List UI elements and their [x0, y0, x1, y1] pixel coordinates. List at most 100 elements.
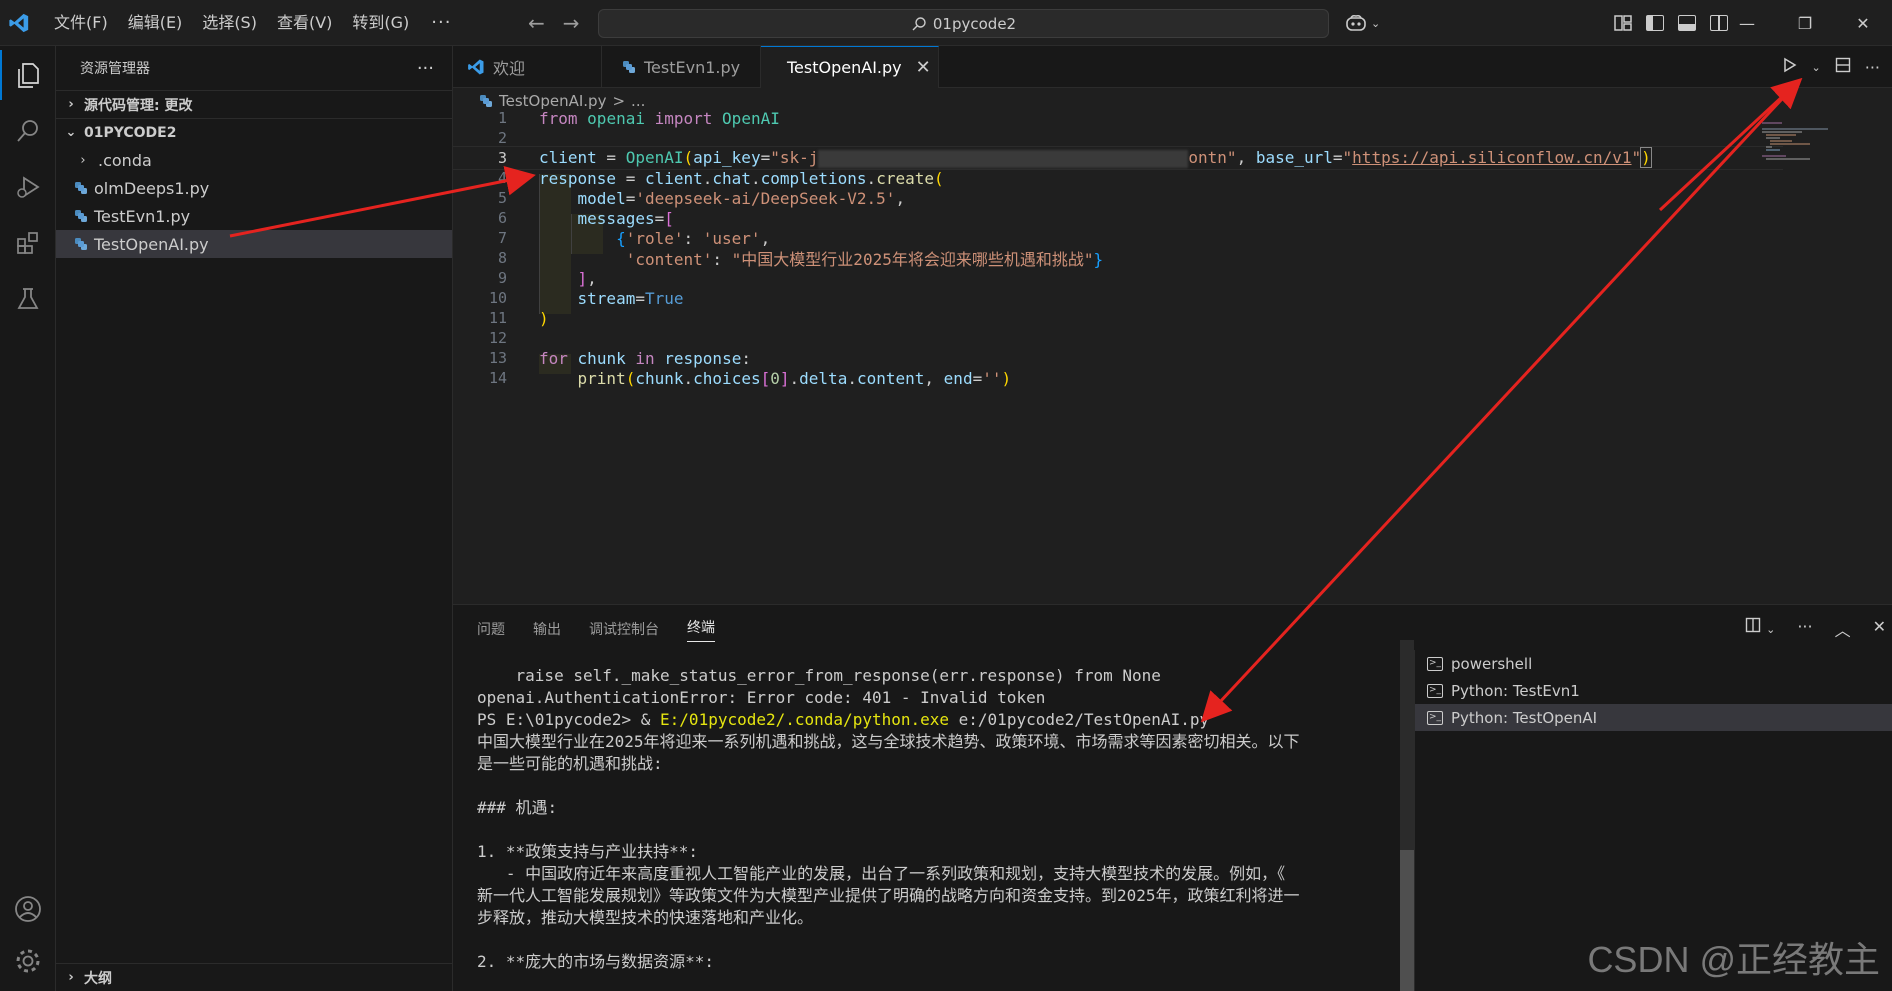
csdn-watermark: CSDN @正经教主 — [1587, 939, 1880, 980]
tab-label: 欢迎 — [493, 59, 526, 78]
minimize-icon[interactable]: — — [1718, 14, 1776, 33]
code-token: "sk-j — [770, 148, 819, 168]
tab-debug-console[interactable]: 调试控制台 — [589, 619, 659, 639]
tree-item-olmdeeps1[interactable]: olmDeeps1.py — [56, 174, 452, 202]
chevron-down-icon: ⌄ — [1371, 16, 1381, 30]
menu-selection[interactable]: 选择(S) — [192, 0, 267, 46]
tab-label: TestOpenAI.py — [787, 58, 902, 77]
run-python-file-button[interactable] — [1782, 57, 1798, 77]
terminal-item-label: powershell — [1451, 654, 1533, 673]
code-token: openai — [587, 108, 645, 128]
tab-testopenai[interactable]: TestOpenAI.py ✕ — [761, 46, 939, 88]
split-editor-icon[interactable] — [1835, 57, 1851, 77]
gear-icon[interactable] — [0, 936, 56, 986]
run-and-debug-icon[interactable] — [0, 162, 56, 212]
back-arrow-icon[interactable]: ← — [528, 11, 545, 35]
forward-arrow-icon[interactable]: → — [563, 11, 580, 35]
tree-item-label: olmDeeps1.py — [94, 178, 210, 198]
line-number: 6 — [497, 209, 507, 227]
title-bar: 文件(F) 编辑(E) 选择(S) 查看(V) 转到(G) ··· ← → 01… — [0, 0, 1892, 46]
play-icon — [1783, 57, 1796, 73]
outline-section-header[interactable]: › 大纲 — [56, 963, 453, 991]
tree-item-testopenai[interactable]: TestOpenAI.py — [56, 230, 452, 258]
command-center-search[interactable]: 01pycode2 — [598, 9, 1329, 38]
scm-section-header[interactable]: › 源代码管理: 更改 — [56, 90, 452, 118]
code-token: for — [539, 348, 568, 368]
line-number: 14 — [488, 369, 507, 387]
url-link[interactable]: https://api.siliconflow.cn/v1 — [1352, 148, 1631, 167]
terminal-icon: >_ — [1427, 683, 1443, 698]
customize-layout-icon[interactable] — [1614, 15, 1632, 31]
split-terminal-icon[interactable]: ⌄ — [1745, 617, 1775, 641]
outline-label: 大纲 — [84, 970, 112, 987]
code-token: , — [760, 228, 771, 248]
code-editor[interactable]: 1 from openai import OpenAI 2 3 client =… — [453, 109, 1892, 604]
code-token: " — [1631, 148, 1642, 168]
tab-problems[interactable]: 问题 — [477, 619, 505, 639]
testing-flask-icon[interactable] — [0, 274, 56, 324]
code-token: . — [750, 168, 761, 188]
code-token: True — [644, 288, 684, 308]
menu-view[interactable]: 查看(V) — [267, 0, 342, 46]
menu-more-button[interactable]: ··· — [419, 0, 463, 46]
toggle-primary-sidebar-icon[interactable] — [1646, 15, 1664, 31]
python-file-icon — [623, 61, 635, 73]
code-token: , — [924, 368, 944, 388]
search-icon[interactable] — [0, 106, 56, 156]
line-number: 10 — [488, 289, 507, 307]
python-file-icon — [75, 238, 87, 250]
minimap[interactable] — [1762, 122, 1832, 162]
code-token: print — [577, 368, 626, 388]
folder-section-header[interactable]: ⌄ 01PYCODE2 — [56, 118, 452, 146]
terminal-scrollbar-thumb[interactable] — [1400, 850, 1414, 991]
menu-edit[interactable]: 编辑(E) — [118, 0, 193, 46]
chevron-down-icon[interactable]: ⌄ — [1812, 61, 1821, 74]
toggle-panel-icon[interactable] — [1678, 15, 1696, 31]
close-icon[interactable]: ✕ — [916, 57, 931, 78]
extensions-icon[interactable] — [0, 218, 56, 268]
tab-welcome[interactable]: 欢迎 — [453, 46, 602, 88]
tab-testevn1[interactable]: TestEvn1.py — [602, 46, 761, 88]
tree-item-conda[interactable]: › .conda — [56, 146, 452, 174]
code-token: base_url — [1255, 148, 1333, 168]
code-token: choices — [693, 368, 761, 388]
explorer-more-button[interactable]: ··· — [417, 58, 434, 79]
explorer-icon[interactable] — [0, 50, 56, 100]
copilot-button[interactable]: ⌄ — [1345, 8, 1380, 38]
code-token: = — [972, 368, 983, 388]
close-panel-icon[interactable]: ✕ — [1873, 617, 1886, 641]
more-actions-icon[interactable]: ··· — [1797, 617, 1812, 641]
line-number: 2 — [497, 129, 507, 147]
code-token: , — [895, 188, 906, 208]
restore-icon[interactable]: ❐ — [1776, 14, 1834, 33]
account-icon[interactable] — [0, 884, 56, 934]
code-token: chunk — [577, 348, 626, 368]
chevron-right-icon: › — [68, 970, 74, 985]
code-token: = — [596, 148, 626, 168]
terminal-item-testevn1[interactable]: >_ Python: TestEvn1 — [1415, 677, 1892, 704]
menu-go[interactable]: 转到(G) — [342, 0, 419, 46]
tree-item-testevn1[interactable]: TestEvn1.py — [56, 202, 452, 230]
activity-bar — [0, 46, 56, 991]
code-token: " — [1342, 148, 1353, 168]
window-controls: — ❐ ✕ — [1718, 0, 1892, 46]
code-token: 'user' — [702, 228, 761, 248]
code-token: . — [683, 368, 694, 388]
editor-tabs: 欢迎 TestEvn1.py TestOpenAI.py ✕ ⌄ ··· — [453, 46, 1892, 88]
panel-actions: ⌄ ··· ︿ ✕ — [1745, 617, 1892, 641]
code-token: OpenAI — [722, 108, 780, 128]
tab-output[interactable]: 输出 — [533, 619, 561, 639]
menu-file[interactable]: 文件(F) — [44, 0, 118, 46]
code-token: from — [539, 108, 578, 128]
maximize-panel-icon[interactable]: ︿ — [1835, 617, 1851, 641]
code-token: content — [856, 368, 925, 388]
terminal-item-powershell[interactable]: >_ powershell — [1415, 650, 1892, 677]
explorer-header: 资源管理器 ··· — [56, 46, 452, 90]
more-actions-icon[interactable]: ··· — [1865, 58, 1880, 77]
line-number: 3 — [497, 149, 507, 167]
code-token: end — [943, 368, 973, 388]
terminal-item-testopenai[interactable]: >_ Python: TestOpenAI — [1415, 704, 1892, 731]
tab-terminal[interactable]: 终端 — [687, 617, 715, 642]
line-number: 11 — [488, 309, 507, 327]
close-window-icon[interactable]: ✕ — [1834, 14, 1892, 33]
